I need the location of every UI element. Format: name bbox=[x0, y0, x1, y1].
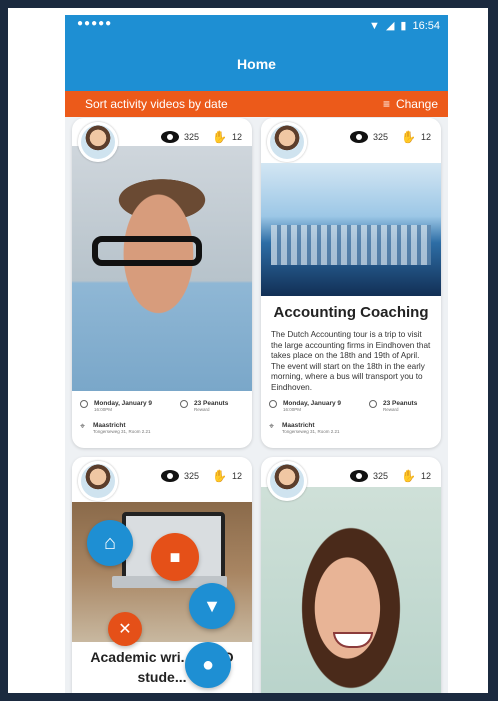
home-fab-button[interactable]: ⌂ bbox=[87, 520, 133, 566]
card-description: The Dutch Accounting tour is a trip to v… bbox=[271, 330, 431, 392]
card-header: 325 ✋ 12 bbox=[261, 457, 441, 501]
location: Maastricht bbox=[93, 422, 126, 429]
card-stats: 325 ✋ 12 bbox=[161, 469, 242, 483]
sort-bar[interactable]: Sort activity videos by date ≡ Change bbox=[65, 91, 448, 117]
reward-sub: Reward bbox=[194, 407, 210, 412]
status-icons: ▼ ◢ ▮ 16:54 bbox=[369, 19, 440, 33]
hand-icon: ✋ bbox=[401, 469, 416, 483]
activity-card[interactable]: 325 ✋ 12 Accounting Coaching The Dutch A… bbox=[261, 118, 441, 448]
sort-lines-icon: ≡ bbox=[382, 97, 390, 111]
like-count: 12 bbox=[231, 471, 242, 481]
event-date: Monday, January 9 bbox=[94, 400, 153, 407]
reward-icon bbox=[369, 400, 377, 408]
like-count: 12 bbox=[420, 471, 431, 481]
address: Tongerseweg 31, Room 2.21 bbox=[93, 429, 151, 434]
view-count: 325 bbox=[373, 471, 389, 481]
eye-icon bbox=[350, 131, 368, 143]
card-header: 325 ✋ 12 bbox=[261, 118, 441, 162]
screenshot-frame: ●●●●● ▼ ◢ ▮ 16:54 Home Sort activity vid… bbox=[8, 8, 488, 693]
location-pin-icon: ⌖ bbox=[80, 421, 86, 431]
close-fab-button[interactable]: ✕ bbox=[108, 612, 142, 646]
video-thumbnail[interactable] bbox=[72, 146, 252, 391]
hand-icon: ✋ bbox=[212, 469, 227, 483]
hand-icon: ✋ bbox=[401, 130, 416, 144]
eye-icon bbox=[350, 470, 368, 482]
reward: 23 Peanuts bbox=[194, 400, 229, 407]
like-count: 12 bbox=[420, 132, 431, 142]
card-stats: 325 ✋ 12 bbox=[350, 469, 431, 483]
card-stats: 325 ✋ 12 bbox=[161, 130, 242, 144]
clock-icon bbox=[269, 400, 277, 408]
location: Maastricht bbox=[282, 422, 315, 429]
location-pin-icon: ⌖ bbox=[269, 421, 275, 431]
event-time: 16:00PM bbox=[283, 407, 302, 412]
like-count: 12 bbox=[231, 132, 242, 142]
card-header: 325 ✋ 12 bbox=[72, 457, 252, 501]
card-header: 325 ✋ 12 bbox=[72, 118, 252, 162]
phone-screen: ●●●●● ▼ ◢ ▮ 16:54 Home Sort activity vid… bbox=[65, 15, 448, 693]
reward: 23 Peanuts bbox=[383, 400, 418, 407]
video-icon: ■ bbox=[169, 546, 181, 567]
eye-icon bbox=[161, 470, 179, 482]
card-title: Accounting Coaching bbox=[273, 304, 429, 321]
avatar[interactable] bbox=[267, 461, 307, 501]
avatar[interactable] bbox=[78, 122, 118, 162]
profile-icon: ● bbox=[201, 653, 215, 676]
smile bbox=[333, 632, 373, 648]
app-bar: Home bbox=[65, 37, 448, 91]
card-stats: 325 ✋ 12 bbox=[350, 130, 431, 144]
video-fab-button[interactable]: ■ bbox=[151, 533, 199, 581]
filter-fab-button[interactable]: ▼ bbox=[189, 583, 235, 629]
view-count: 325 bbox=[373, 132, 389, 142]
reward-sub: Reward bbox=[383, 407, 399, 412]
address: Tongerseweg 31, Room 2.21 bbox=[282, 429, 340, 434]
hand-icon: ✋ bbox=[212, 130, 227, 144]
filter-icon: ▼ bbox=[203, 595, 221, 616]
battery-icon: ▮ bbox=[400, 20, 407, 32]
activity-card[interactable]: 325 ✋ 12 bbox=[261, 457, 441, 693]
reward-icon bbox=[180, 400, 188, 408]
cell-signal-icon: ◢ bbox=[385, 20, 395, 32]
profile-fab-button[interactable]: ● bbox=[185, 642, 231, 688]
activity-card[interactable]: 325 ✋ 12 Monday, January 9 16:00PM 23 Pea… bbox=[72, 118, 252, 448]
sort-label: Sort activity videos by date bbox=[85, 97, 228, 111]
signal-dots: ●●●●● bbox=[77, 18, 113, 29]
status-bar: ●●●●● ▼ ◢ ▮ 16:54 bbox=[65, 15, 448, 37]
card-meta: Monday, January 9 16:00PM 23 Peanuts Rewar… bbox=[80, 400, 244, 444]
page-title: Home bbox=[237, 56, 276, 72]
clock: 16:54 bbox=[412, 19, 440, 32]
view-count: 325 bbox=[184, 471, 200, 481]
card-meta: Monday, January 9 16:00PM 23 Peanuts Rewar… bbox=[269, 400, 433, 444]
eye-icon bbox=[161, 131, 179, 143]
wifi-icon: ▼ bbox=[369, 19, 380, 32]
video-thumbnail[interactable] bbox=[261, 487, 441, 693]
view-count: 325 bbox=[184, 132, 200, 142]
event-date: Monday, January 9 bbox=[283, 400, 342, 407]
avatar[interactable] bbox=[267, 122, 307, 162]
glasses bbox=[92, 236, 202, 266]
change-label: Change bbox=[395, 97, 438, 111]
activity-image[interactable] bbox=[261, 163, 441, 296]
close-icon: ✕ bbox=[118, 621, 132, 638]
home-icon: ⌂ bbox=[103, 531, 117, 554]
event-time: 16:00PM bbox=[94, 407, 113, 412]
avatar[interactable] bbox=[78, 461, 118, 501]
clock-icon bbox=[80, 400, 88, 408]
change-sort-button[interactable]: ≡ Change bbox=[383, 97, 438, 111]
